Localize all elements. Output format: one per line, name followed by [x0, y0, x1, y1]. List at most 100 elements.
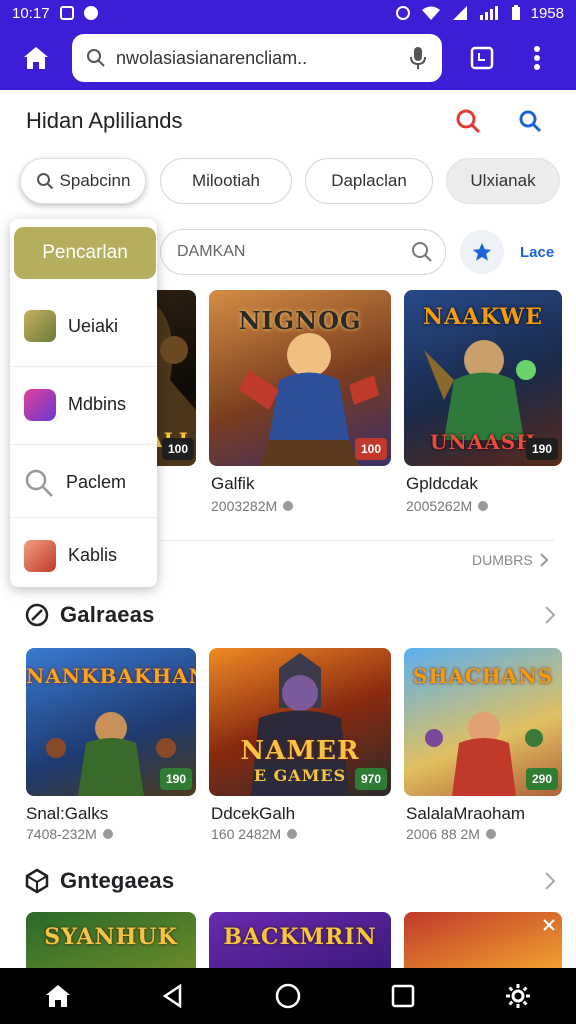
search-icon [25, 469, 53, 497]
game-name[interactable]: Galfik [211, 474, 254, 494]
game-art-title: SHACHANS [413, 664, 553, 688]
lace-link[interactable]: Lace [520, 244, 554, 261]
star-icon [472, 242, 492, 261]
url-text[interactable]: nwolasiasianarencliam.. [116, 48, 398, 69]
chip-2[interactable]: Milootiah [160, 158, 292, 204]
price-badge: 290 [526, 768, 558, 790]
dropdown-item-label: Ueiaki [68, 315, 119, 336]
microphone-icon[interactable] [408, 46, 428, 70]
dropdown-item[interactable]: Mdbins [10, 366, 157, 442]
game-tile[interactable]: SHACHANS 290 [404, 648, 562, 796]
price-badge: 190 [160, 768, 192, 790]
chip-4[interactable]: Ulxianak [446, 158, 560, 204]
tabs-button[interactable] [452, 26, 512, 90]
price-badge: 100 [355, 438, 387, 460]
search-red-button[interactable] [448, 101, 488, 141]
game-art-title: NAAKWE [422, 304, 544, 330]
tabs-icon [470, 46, 494, 70]
game-size: 2005262M [406, 498, 473, 514]
section-header[interactable]: Galraeas [24, 598, 556, 632]
game-art-title: BACKMRIN [223, 924, 377, 950]
game-meta: 2006 88 2M [406, 826, 496, 842]
game-tile[interactable]: NAAKWE UNAASH 190 [404, 290, 562, 466]
wifi-icon [421, 6, 440, 20]
chip-label: Ulxianak [470, 171, 536, 190]
search-blue-button[interactable] [510, 101, 550, 141]
section-title: Galraeas [60, 602, 155, 627]
game-art-title: NAMER [240, 736, 360, 766]
game-tile[interactable]: NANKBAKHAN 190 [26, 648, 196, 796]
system-nav-bar [0, 968, 576, 1024]
chevron-right-icon[interactable] [544, 871, 556, 891]
search-icon[interactable] [411, 241, 433, 263]
price-badge: 970 [355, 768, 387, 790]
nav-back-button[interactable] [143, 968, 203, 1024]
battery-icon [511, 5, 520, 20]
notification-icon [59, 6, 74, 20]
dropdown-menu: Pencarlan Ueiaki Mdbins Paclem Kablis [10, 219, 157, 587]
price-badge: 190 [526, 438, 558, 460]
chevron-right-icon [539, 553, 549, 567]
rating-dot-icon [478, 501, 489, 511]
vibrate-icon [395, 6, 410, 20]
game-name[interactable]: Snal:Galks [26, 804, 108, 824]
game-name[interactable]: Gpldcdak [406, 474, 478, 494]
nav-settings-button[interactable] [488, 968, 548, 1024]
compass-icon [25, 603, 49, 627]
dropdown-primary-button[interactable]: Pencarlan [14, 227, 156, 279]
status-time: 10:17 [12, 4, 50, 22]
dropdown-item-label: Kablis [68, 545, 118, 565]
search-placeholder: DAMKAN [177, 243, 246, 260]
chevron-right-icon[interactable] [544, 605, 556, 625]
game-tile[interactable]: SYANHUK [26, 912, 196, 968]
chip-search[interactable]: Spabcinn [20, 158, 146, 204]
game-art-title: SYANHUK [44, 924, 178, 950]
game-size: 160 2482M [211, 826, 282, 842]
overflow-menu-button[interactable] [512, 26, 562, 90]
app-thumbnail-icon [24, 539, 56, 572]
section-title: Gntegaeas [60, 868, 175, 893]
dropdown-item[interactable]: Paclem [10, 444, 157, 520]
dropdown-item[interactable]: Kablis [10, 517, 157, 593]
nav-home-button[interactable] [28, 968, 88, 1024]
section-header[interactable]: Gntegaeas [24, 864, 556, 898]
chip-label: Spabcinn [59, 171, 131, 190]
search-icon [519, 110, 542, 133]
dropdown-item-label: Mdbins [68, 394, 127, 414]
close-icon[interactable] [542, 918, 556, 932]
search-icon [87, 49, 105, 67]
game-name[interactable]: DdcekGalh [211, 804, 295, 824]
more-link-label: DUMBRS [472, 552, 533, 568]
game-name[interactable]: SalalaMraoham [406, 804, 525, 824]
rating-dot-icon [102, 829, 113, 839]
status-bar: 10:17 1958 [0, 0, 576, 26]
nav-home-circle-button[interactable] [258, 968, 318, 1024]
game-tile[interactable]: NAMER E GAMES 970 [209, 648, 391, 796]
more-vert-icon [534, 46, 540, 70]
nav-recents-button[interactable] [373, 968, 433, 1024]
app-thumbnail-icon [24, 388, 56, 421]
battery-level: 1958 [530, 4, 564, 22]
game-tile[interactable]: BACKMRIN [209, 912, 391, 968]
search-icon [456, 109, 481, 134]
game-size: 2003282M [211, 498, 278, 514]
game-tile[interactable] [404, 912, 562, 968]
more-link[interactable]: DUMBRS [472, 552, 549, 568]
game-meta: 2003282M [211, 498, 294, 514]
game-art-title: NIGNOG [238, 306, 362, 335]
signal-bars-icon [479, 6, 498, 20]
chip-3[interactable]: Daplaclan [305, 158, 433, 204]
home-icon [45, 985, 70, 1007]
favorite-button[interactable] [460, 230, 504, 274]
url-bar[interactable]: nwolasiasianarencliam.. [72, 34, 442, 82]
dropdown-item[interactable]: Ueiaki [10, 288, 157, 364]
home-button[interactable] [0, 26, 72, 90]
game-tile[interactable]: NIGNOG 100 [209, 290, 391, 466]
recents-square-icon [391, 984, 415, 1008]
game-meta: 2005262M [406, 498, 489, 514]
search-input[interactable]: DAMKAN [160, 229, 446, 275]
filter-chips: Spabcinn Milootiah Daplaclan Ulxianak [0, 158, 576, 206]
search-icon [36, 173, 53, 190]
search-row: DAMKAN Lace [160, 226, 576, 278]
rating-dot-icon [287, 829, 298, 839]
